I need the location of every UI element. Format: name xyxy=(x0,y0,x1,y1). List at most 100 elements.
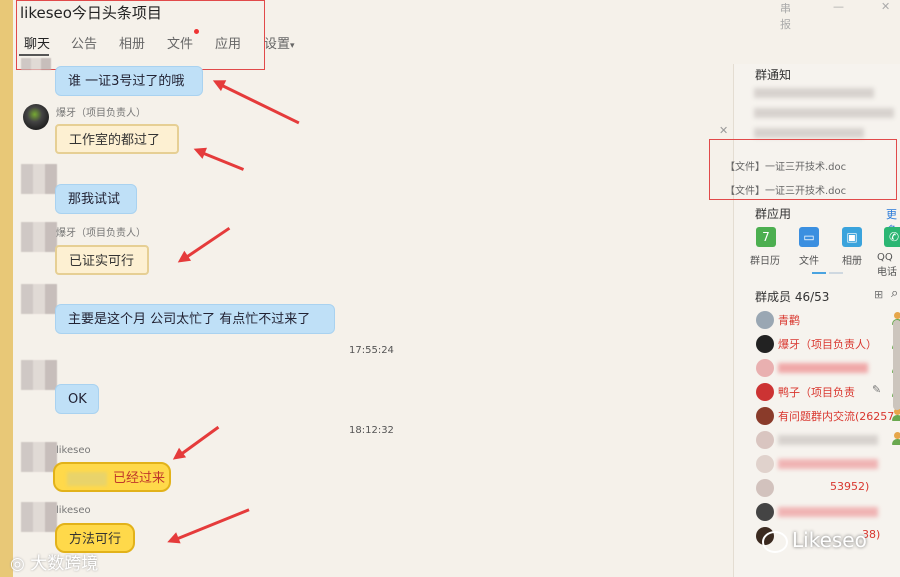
edit-icon[interactable]: ✎ xyxy=(872,383,881,396)
member-status-icon xyxy=(891,432,900,446)
annotation-arrow xyxy=(182,226,231,261)
chat-header: likeseo今日头条项目 聊天 公告 相册 文件 应用 设置▾ 串报 — ✕ xyxy=(13,0,890,70)
close-button[interactable]: ✕ xyxy=(881,0,890,13)
member-row[interactable] xyxy=(734,428,900,452)
member-status-icon xyxy=(891,408,900,422)
sender-name: 爆牙（项目负责人） xyxy=(56,228,146,239)
avatar[interactable] xyxy=(23,104,49,130)
message-bubble[interactable]: 已经过来 xyxy=(53,462,171,492)
carousel-indicator xyxy=(829,272,843,274)
redacted-member-name xyxy=(778,507,878,517)
files-badge-dot xyxy=(194,29,199,34)
message-text: 已经过来 xyxy=(113,471,166,486)
redacted-member-name xyxy=(778,435,878,445)
avatar[interactable] xyxy=(21,58,51,70)
watermark-left-text: 大数跨境 xyxy=(30,554,99,574)
annotation-arrow xyxy=(172,508,250,542)
tab-announcement[interactable]: 公告 xyxy=(71,33,97,52)
group-title: likeseo今日头条项目 xyxy=(20,4,162,22)
avatar xyxy=(756,455,774,473)
member-row[interactable] xyxy=(734,500,899,524)
chevron-down-icon: ▾ xyxy=(290,41,295,51)
avatar xyxy=(756,311,774,329)
tab-chat[interactable]: 聊天 xyxy=(24,33,50,52)
message-bubble[interactable]: 已证实可行 xyxy=(55,245,149,275)
app-label-calendar: 群日历 xyxy=(750,256,780,267)
member-row[interactable] xyxy=(734,452,899,476)
files-highlight-box: 【文件】一证三开技术.doc 【文件】一证三开技术.doc xyxy=(709,139,897,200)
app-label-album: 相册 xyxy=(842,256,862,267)
message-bubble[interactable]: OK xyxy=(55,384,99,414)
avatar xyxy=(756,335,774,353)
group-apps-header: 群应用 xyxy=(755,207,792,221)
watermark-right-text: Likeseo xyxy=(792,528,867,552)
avatar[interactable] xyxy=(21,502,57,532)
member-row[interactable]: 53952) xyxy=(734,476,899,500)
sender-name: 爆牙（项目负责人） xyxy=(56,108,146,119)
qq-group-chat-window: likeseo今日头条项目 聊天 公告 相册 文件 应用 设置▾ 串报 — ✕ … xyxy=(13,0,900,577)
redacted-notice xyxy=(754,128,864,138)
avatar xyxy=(756,431,774,449)
member-row[interactable]: 青鹳 xyxy=(734,308,900,332)
redacted-text xyxy=(67,471,107,486)
tab-files[interactable]: 文件 xyxy=(167,33,193,52)
wechat-logo-icon: ◎ xyxy=(10,554,25,574)
member-row[interactable]: 爆牙（项目负责人） xyxy=(734,332,900,356)
search-icon[interactable]: ⌕ xyxy=(891,286,898,301)
group-info-panel: 群通知 【文件】一证三开技术.doc 【文件】一证三开技术.doc 群应用 更多… xyxy=(709,64,900,577)
redacted-member-name xyxy=(778,363,868,373)
message-bubble[interactable]: 主要是这个月 公司太忙了 有点忙不过来了 xyxy=(55,304,335,334)
active-tab-underline xyxy=(19,54,49,56)
avatar xyxy=(756,479,774,497)
member-name: 爆牙（项目负责人） xyxy=(778,338,877,351)
message-bubble[interactable]: 谁 一证3号过了的哦 xyxy=(55,66,203,96)
watermark-right: Likeseo xyxy=(762,528,867,553)
avatar xyxy=(756,503,774,521)
calendar-icon[interactable]: 7 xyxy=(756,227,776,247)
redacted-member-name xyxy=(778,459,878,469)
avatar[interactable] xyxy=(21,222,57,252)
member-name: 鸭子（项目负责 xyxy=(778,386,855,399)
tab-apps[interactable]: 应用 xyxy=(215,33,241,52)
close-icon[interactable]: ✕ xyxy=(719,124,728,137)
file-link[interactable]: 【文件】一证三开技术.doc xyxy=(725,158,846,173)
avatar[interactable] xyxy=(21,164,57,194)
redacted-notice xyxy=(754,88,874,98)
folder-icon[interactable]: ▭ xyxy=(799,227,819,247)
avatar xyxy=(756,359,774,377)
member-name: 53952) xyxy=(830,480,870,493)
file-link[interactable]: 【文件】一证三开技术.doc xyxy=(725,182,846,197)
member-list-scrollbar[interactable] xyxy=(893,320,900,410)
message-list[interactable]: ✕ 谁 一证3号过了的哦 爆牙（项目负责人） 工作室的都过了 那我试试 爆牙（项… xyxy=(13,58,733,577)
sender-name: likeseo xyxy=(56,505,91,516)
phone-icon[interactable]: ✆ xyxy=(884,227,900,247)
message-bubble[interactable]: 那我试试 xyxy=(55,184,137,214)
avatar[interactable] xyxy=(21,284,57,314)
tab-settings-label: 设置 xyxy=(264,37,291,52)
message-bubble[interactable]: 工作室的都过了 xyxy=(55,124,179,154)
timestamp: 18:12:32 xyxy=(349,425,394,436)
members-header: 群成员 46/53 xyxy=(755,290,830,304)
member-manage-icon[interactable]: ⊞ xyxy=(874,288,883,301)
member-row[interactable]: 鸭子（项目负责 ✎ xyxy=(734,380,900,404)
avatar[interactable] xyxy=(21,360,57,390)
annotation-arrow xyxy=(217,82,300,125)
photo-icon[interactable]: ▣ xyxy=(842,227,862,247)
redacted-notice xyxy=(754,108,894,118)
annotation-arrow xyxy=(177,425,220,458)
minimize-button[interactable]: — xyxy=(833,0,844,13)
member-row[interactable]: 有问题群内交流(26257 xyxy=(734,404,900,428)
member-name: 青鹳 xyxy=(778,314,800,327)
tab-album[interactable]: 相册 xyxy=(119,33,145,52)
group-notice-header: 群通知 xyxy=(755,68,792,82)
app-label-files: 文件 xyxy=(799,256,819,267)
avatar xyxy=(756,407,774,425)
watermark-left: ◎ 大数跨境 xyxy=(10,549,98,574)
member-name: 有问题群内交流(26257 xyxy=(778,410,895,423)
avatar[interactable] xyxy=(21,442,57,472)
timestamp: 17:55:24 xyxy=(349,345,394,356)
member-row[interactable] xyxy=(734,356,900,380)
report-button[interactable]: 串报 xyxy=(780,0,791,32)
wechat-logo-icon xyxy=(762,530,788,553)
tab-settings[interactable]: 设置▾ xyxy=(264,33,295,52)
